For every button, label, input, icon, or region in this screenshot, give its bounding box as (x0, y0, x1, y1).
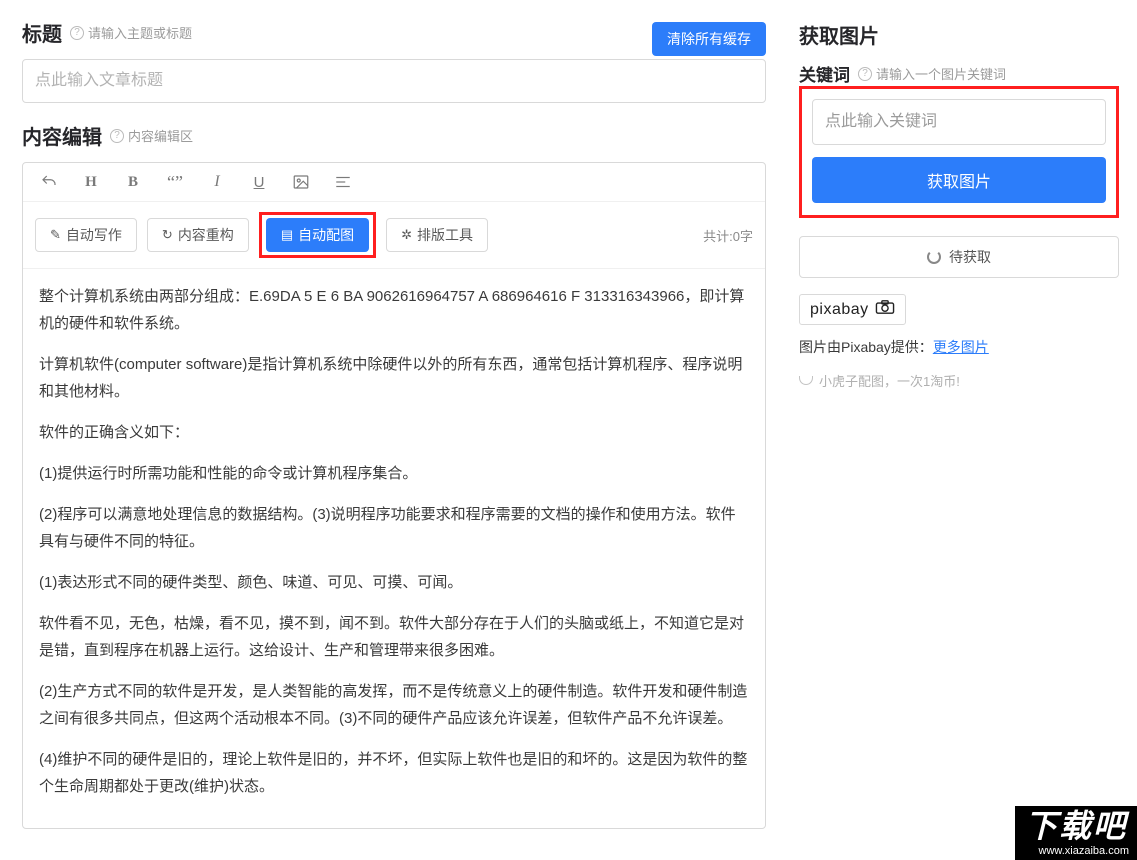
paragraph: 计算机软件(computer software)是指计算机系统中除硬件以外的所有… (39, 351, 749, 405)
watermark: 下载吧 www.xiazaiba.com (1015, 806, 1137, 860)
heading-icon[interactable]: H (81, 171, 101, 193)
watermark-text: 下载吧 (1015, 806, 1137, 844)
spinner-icon (927, 250, 941, 264)
cost-notice: 小虎子配图，一次1淘币! (799, 371, 1119, 390)
keyword-heading-row: 关键词 ?请输入一个图片关键词 (799, 61, 1119, 86)
pixabay-label: pixabay (810, 301, 869, 319)
keyword-heading: 关键词 (799, 61, 850, 86)
image-credit: 图片由Pixabay提供：更多图片 (799, 337, 1119, 357)
paragraph: (4)维护不同的硬件是旧的，理论上软件是旧的，并不坏，但实际上软件也是旧的和坏的… (39, 746, 749, 800)
bold-icon[interactable]: B (123, 171, 143, 193)
paragraph: (1)提供运行时所需功能和性能的命令或计算机程序集合。 (39, 460, 749, 487)
keyword-highlight-frame: 获取图片 (799, 86, 1119, 218)
title-heading: 标题 (22, 18, 62, 47)
italic-icon[interactable]: I (207, 171, 227, 193)
format-toolbar: H B “” I U (23, 163, 765, 202)
image-icon[interactable] (291, 171, 311, 193)
camera-icon (875, 300, 895, 319)
watermark-url: www.xiazaiba.com (1015, 844, 1137, 860)
undo-icon[interactable] (39, 171, 59, 193)
paragraph: 软件的正确含义如下： (39, 419, 749, 446)
editor-box: H B “” I U ✎自动写作 ↻内容重构 ▤自动配图 ✲排版工具 共计:0字… (22, 162, 766, 829)
editor-content[interactable]: 整个计算机系统由两部分组成：E.69DA 5 E 6 BA 9062616964… (23, 269, 765, 828)
editor-section-heading: 内容编辑 ?内容编辑区 (22, 121, 766, 150)
pencil-icon: ✎ (50, 227, 61, 243)
settings-icon: ✲ (401, 227, 412, 243)
title-section-heading: 标题 ?请输入主题或标题 (22, 18, 192, 47)
editor-hint: ?内容编辑区 (110, 126, 193, 145)
word-count: 共计:0字 (703, 226, 753, 245)
keyword-hint: ?请输入一个图片关键词 (858, 64, 1006, 83)
quote-icon[interactable]: “” (165, 171, 185, 193)
paragraph: (2)程序可以满意地处理信息的数据结构。(3)说明程序功能要求和程序需要的文档的… (39, 501, 749, 555)
title-hint: ?请输入主题或标题 (70, 23, 192, 42)
get-image-heading: 获取图片 (799, 20, 879, 49)
info-icon: ? (858, 67, 872, 81)
paragraph: (1)表达形式不同的硬件类型、颜色、味道、可见、可摸、可闻。 (39, 569, 749, 596)
underline-icon[interactable]: U (249, 171, 269, 193)
fetch-status: 待获取 (799, 236, 1119, 278)
pixabay-badge: pixabay (799, 294, 906, 325)
auto-image-button[interactable]: ▤自动配图 (266, 218, 369, 252)
article-title-input[interactable] (22, 59, 766, 103)
paragraph: 整个计算机系统由两部分组成：E.69DA 5 E 6 BA 9062616964… (39, 283, 749, 337)
bowl-icon (799, 376, 813, 385)
info-icon: ? (110, 129, 124, 143)
auto-write-button[interactable]: ✎自动写作 (35, 218, 137, 252)
align-icon[interactable] (333, 171, 353, 193)
highlight-frame: ▤自动配图 (259, 212, 376, 258)
get-image-heading-row: 获取图片 (799, 20, 1119, 49)
refresh-icon: ↻ (162, 227, 173, 243)
paragraph: 软件看不见，无色，枯燥，看不见，摸不到，闻不到。软件大部分存在于人们的头脑或纸上… (39, 610, 749, 664)
get-image-button[interactable]: 获取图片 (812, 157, 1106, 203)
more-images-link[interactable]: 更多图片 (933, 339, 989, 355)
status-text: 待获取 (949, 247, 991, 267)
editor-heading: 内容编辑 (22, 121, 102, 150)
layout-tool-button[interactable]: ✲排版工具 (386, 218, 488, 252)
keyword-input[interactable] (812, 99, 1106, 145)
action-toolbar: ✎自动写作 ↻内容重构 ▤自动配图 ✲排版工具 共计:0字 (23, 202, 765, 269)
restructure-button[interactable]: ↻内容重构 (147, 218, 249, 252)
clear-cache-button[interactable]: 清除所有缓存 (652, 22, 766, 56)
info-icon: ? (70, 26, 84, 40)
paragraph: (2)生产方式不同的软件是开发，是人类智能的高发挥，而不是传统意义上的硬件制造。… (39, 678, 749, 732)
image-small-icon: ▤ (281, 227, 293, 243)
